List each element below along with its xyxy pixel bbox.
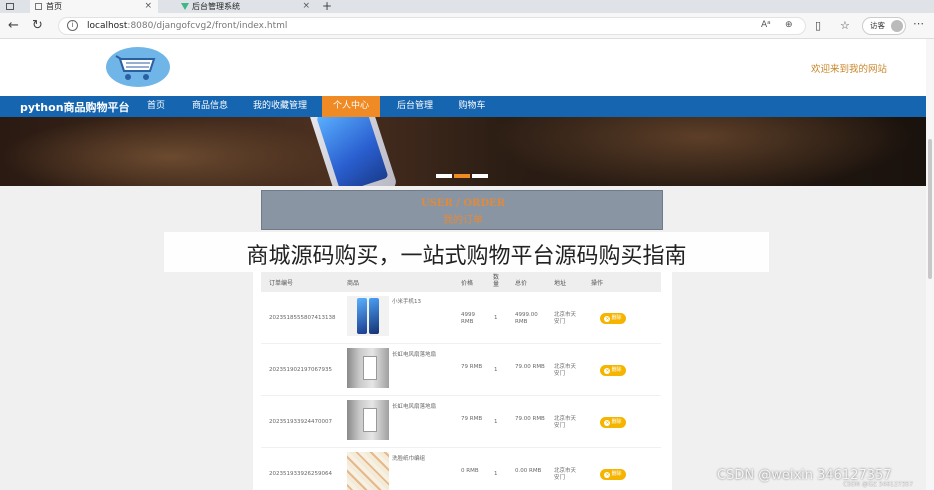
table-header: 订单编号 商品 价格 数量 总价 地址 操作 bbox=[261, 272, 661, 292]
table-row: 20235190219706793​5 长虹电风扇落地扇 79 RMB 1 79.00 … bbox=[261, 344, 661, 396]
quantity: 1 bbox=[494, 315, 498, 321]
delete-button[interactable]: × 删除 bbox=[600, 313, 626, 324]
more-icon[interactable]: ⋯ bbox=[913, 17, 924, 30]
product-image[interactable] bbox=[347, 348, 389, 388]
table-row: 20235193392447000​7 长虹电风扇落地扇 79 RMB 1 79.00 … bbox=[261, 396, 661, 448]
tab-admin[interactable]: 后台管理系统 × bbox=[176, 0, 316, 13]
order-number: 202351855580741313​8 bbox=[269, 315, 336, 321]
tab-home[interactable]: 首页 × bbox=[30, 0, 158, 13]
address-bar: ← ↻ i localhost:8080/djangofcvg2/front/i… bbox=[0, 13, 934, 39]
url-text: localhost:8080/djangofcvg2/front/index.h… bbox=[87, 21, 288, 31]
product-name[interactable]: 长虹电风扇落地扇 bbox=[392, 352, 436, 359]
price: 0 RMB bbox=[461, 468, 479, 474]
order-section-title: USER / ORDER 我的订单 bbox=[261, 190, 663, 230]
page-favicon-icon bbox=[35, 3, 42, 10]
close-tab-icon[interactable]: × bbox=[144, 0, 152, 13]
split-screen-icon[interactable]: ▯ bbox=[815, 19, 821, 32]
total: 79.00 RMB bbox=[515, 416, 545, 422]
quantity: 1 bbox=[494, 471, 498, 477]
address: 北京市天安门 bbox=[554, 416, 577, 429]
refresh-icon[interactable]: ↻ bbox=[32, 18, 43, 33]
nav-item-personal-center[interactable]: 个人中心 bbox=[322, 96, 380, 117]
tab-title: 首页 bbox=[46, 2, 62, 11]
product-image[interactable] bbox=[347, 296, 389, 336]
total: 79.00 RMB bbox=[515, 364, 545, 370]
order-table: 订单编号 商品 价格 数量 总价 地址 操作 20235185558074131… bbox=[253, 272, 672, 490]
article-title: 商城源码购买，一站式购物平台源码购买指南 bbox=[246, 244, 687, 269]
cart-logo-icon[interactable] bbox=[106, 47, 170, 87]
product-name[interactable]: 长虹电风扇落地扇 bbox=[392, 404, 436, 411]
col-product: 商品 bbox=[347, 280, 360, 287]
read-aloud-icon[interactable]: Aᵃ bbox=[761, 20, 771, 30]
delete-icon: × bbox=[604, 472, 611, 478]
price: 79 RMB bbox=[461, 416, 483, 422]
delete-button[interactable]: × 删除 bbox=[600, 365, 626, 376]
profile-label: 访客 bbox=[870, 21, 885, 30]
nav-item-cart[interactable]: 购物车 bbox=[452, 96, 492, 117]
carousel-dot-active[interactable] bbox=[454, 174, 470, 178]
nav-item-products[interactable]: 商品信息 bbox=[185, 96, 235, 117]
close-tab-icon[interactable]: × bbox=[302, 0, 310, 13]
profile-button[interactable]: 访客 bbox=[862, 17, 906, 35]
nav-item-favorites[interactable]: 我的收藏管理 bbox=[248, 96, 312, 117]
delete-button[interactable]: × 删除 bbox=[600, 469, 626, 480]
info-icon[interactable]: i bbox=[67, 20, 78, 31]
scroll-thumb[interactable] bbox=[928, 139, 932, 279]
price: 4999 RMB bbox=[461, 312, 475, 325]
address: 北京市天安门 bbox=[554, 312, 577, 325]
order-title-cn: 我的订单 bbox=[443, 215, 483, 226]
col-price: 价格 bbox=[461, 280, 474, 287]
order-number: 20235193392447000​7 bbox=[269, 419, 332, 425]
nav-item-home[interactable]: 首页 bbox=[140, 96, 172, 117]
delete-icon: × bbox=[604, 316, 611, 322]
banner-carousel[interactable] bbox=[0, 117, 926, 186]
order-number: 20235190219706793​5 bbox=[269, 367, 332, 373]
avatar-icon bbox=[891, 20, 903, 32]
table-row: 202351855580741313​8 小米手机13 4999 RMB 1 4999.… bbox=[261, 292, 661, 344]
window-menu-icon[interactable] bbox=[6, 3, 14, 10]
col-total: 总价 bbox=[515, 280, 528, 287]
product-image[interactable] bbox=[347, 400, 389, 440]
carousel-dot[interactable] bbox=[472, 174, 488, 178]
welcome-text: 欢迎来到我的网站 bbox=[811, 64, 888, 75]
total: 4999.00 RMB bbox=[515, 312, 538, 325]
url-input[interactable]: i localhost:8080/djangofcvg2/front/index… bbox=[58, 17, 806, 35]
site-brand[interactable]: python商品购物平台 bbox=[20, 99, 130, 115]
main-nav: python商品购物平台 首页 商品信息 我的收藏管理 个人中心 后台管理 购物… bbox=[0, 96, 926, 117]
delete-icon: × bbox=[604, 420, 611, 426]
delete-button[interactable]: × 删除 bbox=[600, 417, 626, 428]
browser-tab-bar: 首页 × 后台管理系统 × + bbox=[0, 0, 934, 13]
back-icon[interactable]: ← bbox=[8, 18, 19, 33]
article-title-overlay: 商城源码购买，一站式购物平台源码购买指南 bbox=[164, 232, 769, 272]
product-name[interactable]: 洗脸纸巾编组 bbox=[392, 456, 425, 463]
quantity: 1 bbox=[494, 367, 498, 373]
csdn-watermark-small: CSDN @GZ 346127357 bbox=[843, 481, 914, 488]
product-image[interactable] bbox=[347, 452, 389, 490]
site-header: 欢迎来到我的网站 bbox=[0, 39, 926, 96]
tab-title: 后台管理系统 bbox=[192, 2, 240, 11]
col-order-no: 订单编号 bbox=[269, 280, 294, 287]
price: 79 RMB bbox=[461, 364, 483, 370]
address: 北京市天安门 bbox=[554, 468, 577, 481]
vue-favicon-icon bbox=[181, 3, 189, 10]
col-address: 地址 bbox=[554, 280, 567, 287]
address: 北京市天安门 bbox=[554, 364, 577, 377]
order-number: 20235193392625906​4 bbox=[269, 471, 332, 477]
table-row: 20235193392625906​4 洗脸纸巾编组 0 RMB 1 0.00 RMB 北… bbox=[261, 448, 661, 490]
web-page: 欢迎来到我的网站 python商品购物平台 首页 商品信息 我的收藏管理 个人中… bbox=[0, 39, 926, 490]
total: 0.00 RMB bbox=[515, 468, 542, 474]
quantity: 1 bbox=[494, 419, 498, 425]
carousel-dot[interactable] bbox=[436, 174, 452, 178]
order-title-en: USER / ORDER bbox=[420, 198, 506, 209]
page-scrollbar[interactable] bbox=[926, 39, 934, 490]
col-qty: 数量 bbox=[493, 274, 500, 288]
product-name[interactable]: 小米手机13 bbox=[392, 299, 421, 306]
delete-icon: × bbox=[604, 368, 611, 374]
zoom-icon[interactable]: ⊕ bbox=[785, 20, 793, 30]
col-action: 操作 bbox=[591, 280, 604, 287]
nav-item-admin[interactable]: 后台管理 bbox=[390, 96, 440, 117]
favorites-icon[interactable]: ☆ bbox=[840, 19, 850, 32]
new-tab-icon[interactable]: + bbox=[322, 0, 332, 13]
